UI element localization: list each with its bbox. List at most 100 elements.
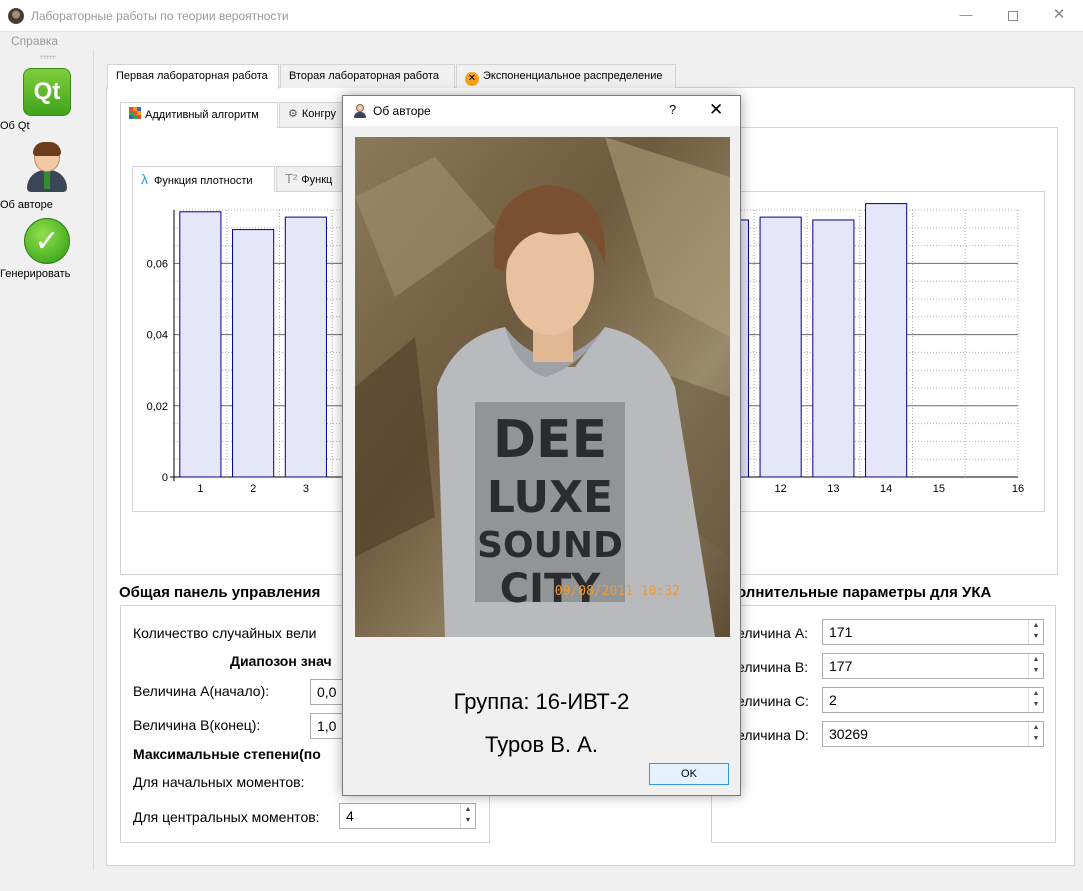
dialog-title: Об авторе: [373, 104, 431, 118]
about-author-dialog: Об авторе ? ✕ DEE LUXE SOUND CITY 09/08/…: [342, 95, 741, 796]
histogram-bar: [865, 203, 908, 478]
spin-arrows-icon[interactable]: ▲ ▼: [1028, 688, 1043, 712]
tab-exponential[interactable]: ✕ Экспоненциальное распределение: [456, 64, 676, 88]
gear-face-icon: ⚙: [288, 108, 298, 120]
author-photo: DEE LUXE SOUND CITY 09/08/2011 10:32: [355, 137, 730, 637]
menu-bar: Справка: [0, 32, 1083, 50]
qt-logo-icon: Qt: [23, 68, 71, 116]
histogram-bar: [812, 219, 855, 478]
dialog-close-button[interactable]: ✕: [709, 100, 723, 120]
window-titlebar: Лабораторные работы по теории вероятност…: [0, 0, 1083, 32]
spin-arrows-icon[interactable]: ▲ ▼: [1028, 654, 1043, 678]
tab-lab1[interactable]: Первая лабораторная работа: [107, 64, 279, 89]
histogram-bar: [284, 216, 327, 478]
toolbar-grip[interactable]: [40, 55, 56, 59]
uka-a-label: еличина А:: [737, 625, 809, 641]
author-icon: [23, 142, 71, 192]
generate-label: Генерировать: [0, 268, 71, 280]
x-tick-label: 16: [1012, 483, 1024, 495]
t-squared-icon: T²: [285, 171, 298, 186]
uka-a-value: 171: [829, 624, 853, 640]
about-author-label: Об авторе: [0, 199, 53, 211]
spin-arrows-icon[interactable]: ▲ ▼: [460, 804, 475, 828]
lambda-icon: λ: [141, 171, 148, 187]
maximize-icon: [1008, 11, 1018, 21]
tab-density-label: Функция плотности: [154, 175, 253, 187]
central-moments-spinbox[interactable]: 4 ▲ ▼: [339, 803, 476, 829]
x-tick-label: 3: [303, 483, 309, 495]
y-tick-label: 0,02: [147, 401, 168, 413]
uka-d-spinbox[interactable]: 30269 ▲ ▼: [822, 721, 1044, 747]
x-tick-label: 12: [775, 483, 787, 495]
spin-arrows-icon[interactable]: ▲ ▼: [1028, 620, 1043, 644]
central-moments-value: 4: [346, 808, 354, 824]
tab-additive-algorithm[interactable]: Аддитивный алгоритм: [120, 102, 278, 128]
histogram-bar: [179, 211, 222, 478]
max-degrees-label: Максимальные степени(по: [133, 746, 321, 762]
menu-help[interactable]: Справка: [11, 34, 58, 48]
uka-b-value: 177: [829, 658, 853, 674]
tab-exponential-label: Экспоненциальное распределение: [483, 70, 663, 82]
svg-text:DEE: DEE: [493, 410, 607, 470]
author-group: Группа: 16-ИВТ-2: [453, 689, 630, 714]
central-moments-label: Для центральных моментов:: [133, 809, 320, 825]
y-tick-label: 0,04: [147, 330, 168, 342]
svg-text:SOUND: SOUND: [477, 525, 623, 566]
random-count-label: Количество случайных вели: [133, 625, 317, 641]
app-icon: [8, 8, 24, 24]
y-tick-label: 0,06: [147, 258, 168, 270]
tab-congruential[interactable]: ⚙ Конгру: [279, 102, 349, 127]
tab-distribution-label: Функц: [301, 174, 333, 186]
uka-b-spinbox[interactable]: 177 ▲ ▼: [822, 653, 1044, 679]
tab-congruential-label: Конгру: [301, 108, 336, 120]
checkmark-icon: ✓: [24, 218, 70, 264]
side-toolbar: Qt Об Qt Об авторе ✓ Генерировать: [0, 50, 94, 870]
tab-additive-label: Аддитивный алгоритм: [145, 109, 259, 121]
value-b-label: Величина В(конец):: [133, 717, 261, 733]
minimize-button[interactable]: —: [943, 0, 989, 32]
author-photo-drawing: DEE LUXE SOUND CITY 09/08/2011 10:32: [355, 137, 730, 637]
generate-button[interactable]: ✓ Генерировать: [0, 218, 94, 280]
uka-c-label: еличина С:: [737, 693, 809, 709]
maximize-button[interactable]: [990, 0, 1036, 32]
author-icon: [353, 104, 367, 118]
author-name: Туров В. А.: [485, 732, 598, 757]
initial-moments-label: Для начальных моментов:: [133, 774, 305, 790]
about-qt-label: Об Qt: [0, 120, 30, 132]
svg-text:LUXE: LUXE: [487, 472, 613, 523]
uka-c-spinbox[interactable]: 2 ▲ ▼: [822, 687, 1044, 713]
x-tick-label: 14: [880, 483, 892, 495]
value-b-text: 1,0: [317, 718, 337, 734]
value-a-label: Величина А(начало):: [133, 683, 270, 699]
about-author-button[interactable]: Об авторе: [0, 142, 94, 211]
extra-params-title: олнительные параметры для УКА: [737, 584, 992, 601]
about-qt-button[interactable]: Qt Об Qt: [0, 68, 94, 132]
photo-timestamp: 09/08/2011 10:32: [555, 584, 680, 599]
uka-b-label: еличина В:: [737, 659, 809, 675]
tab-distribution-function[interactable]: T² Функц: [276, 166, 346, 191]
dialog-titlebar: Об авторе ? ✕: [343, 96, 740, 126]
grid-icon: [129, 107, 141, 119]
tab-lab2[interactable]: Вторая лабораторная работа: [280, 64, 455, 88]
uka-a-spinbox[interactable]: 171 ▲ ▼: [822, 619, 1044, 645]
range-label: Диапозон знач: [230, 653, 332, 669]
x-tick-label: 2: [250, 483, 256, 495]
x-tick-label: 15: [933, 483, 945, 495]
value-a-text: 0,0: [317, 684, 337, 700]
uka-c-value: 2: [829, 692, 837, 708]
uka-d-label: еличина D:: [737, 727, 809, 743]
tab-density-function[interactable]: λ Функция плотности: [132, 166, 275, 192]
help-button[interactable]: ?: [669, 102, 676, 117]
window-title: Лабораторные работы по теории вероятност…: [31, 9, 289, 23]
orange-circle-icon: ✕: [465, 72, 479, 86]
general-panel-title: Общая панель управления: [119, 584, 321, 601]
y-tick-label: 0: [162, 472, 168, 484]
spin-arrows-icon[interactable]: ▲ ▼: [1028, 722, 1043, 746]
uka-d-value: 30269: [829, 726, 868, 742]
x-tick-label: 13: [827, 483, 839, 495]
histogram-bar: [232, 229, 275, 478]
histogram-bar: [759, 216, 802, 478]
close-button[interactable]: ✕: [1036, 0, 1082, 32]
x-tick-label: 1: [197, 483, 203, 495]
ok-button[interactable]: OK: [649, 763, 729, 785]
